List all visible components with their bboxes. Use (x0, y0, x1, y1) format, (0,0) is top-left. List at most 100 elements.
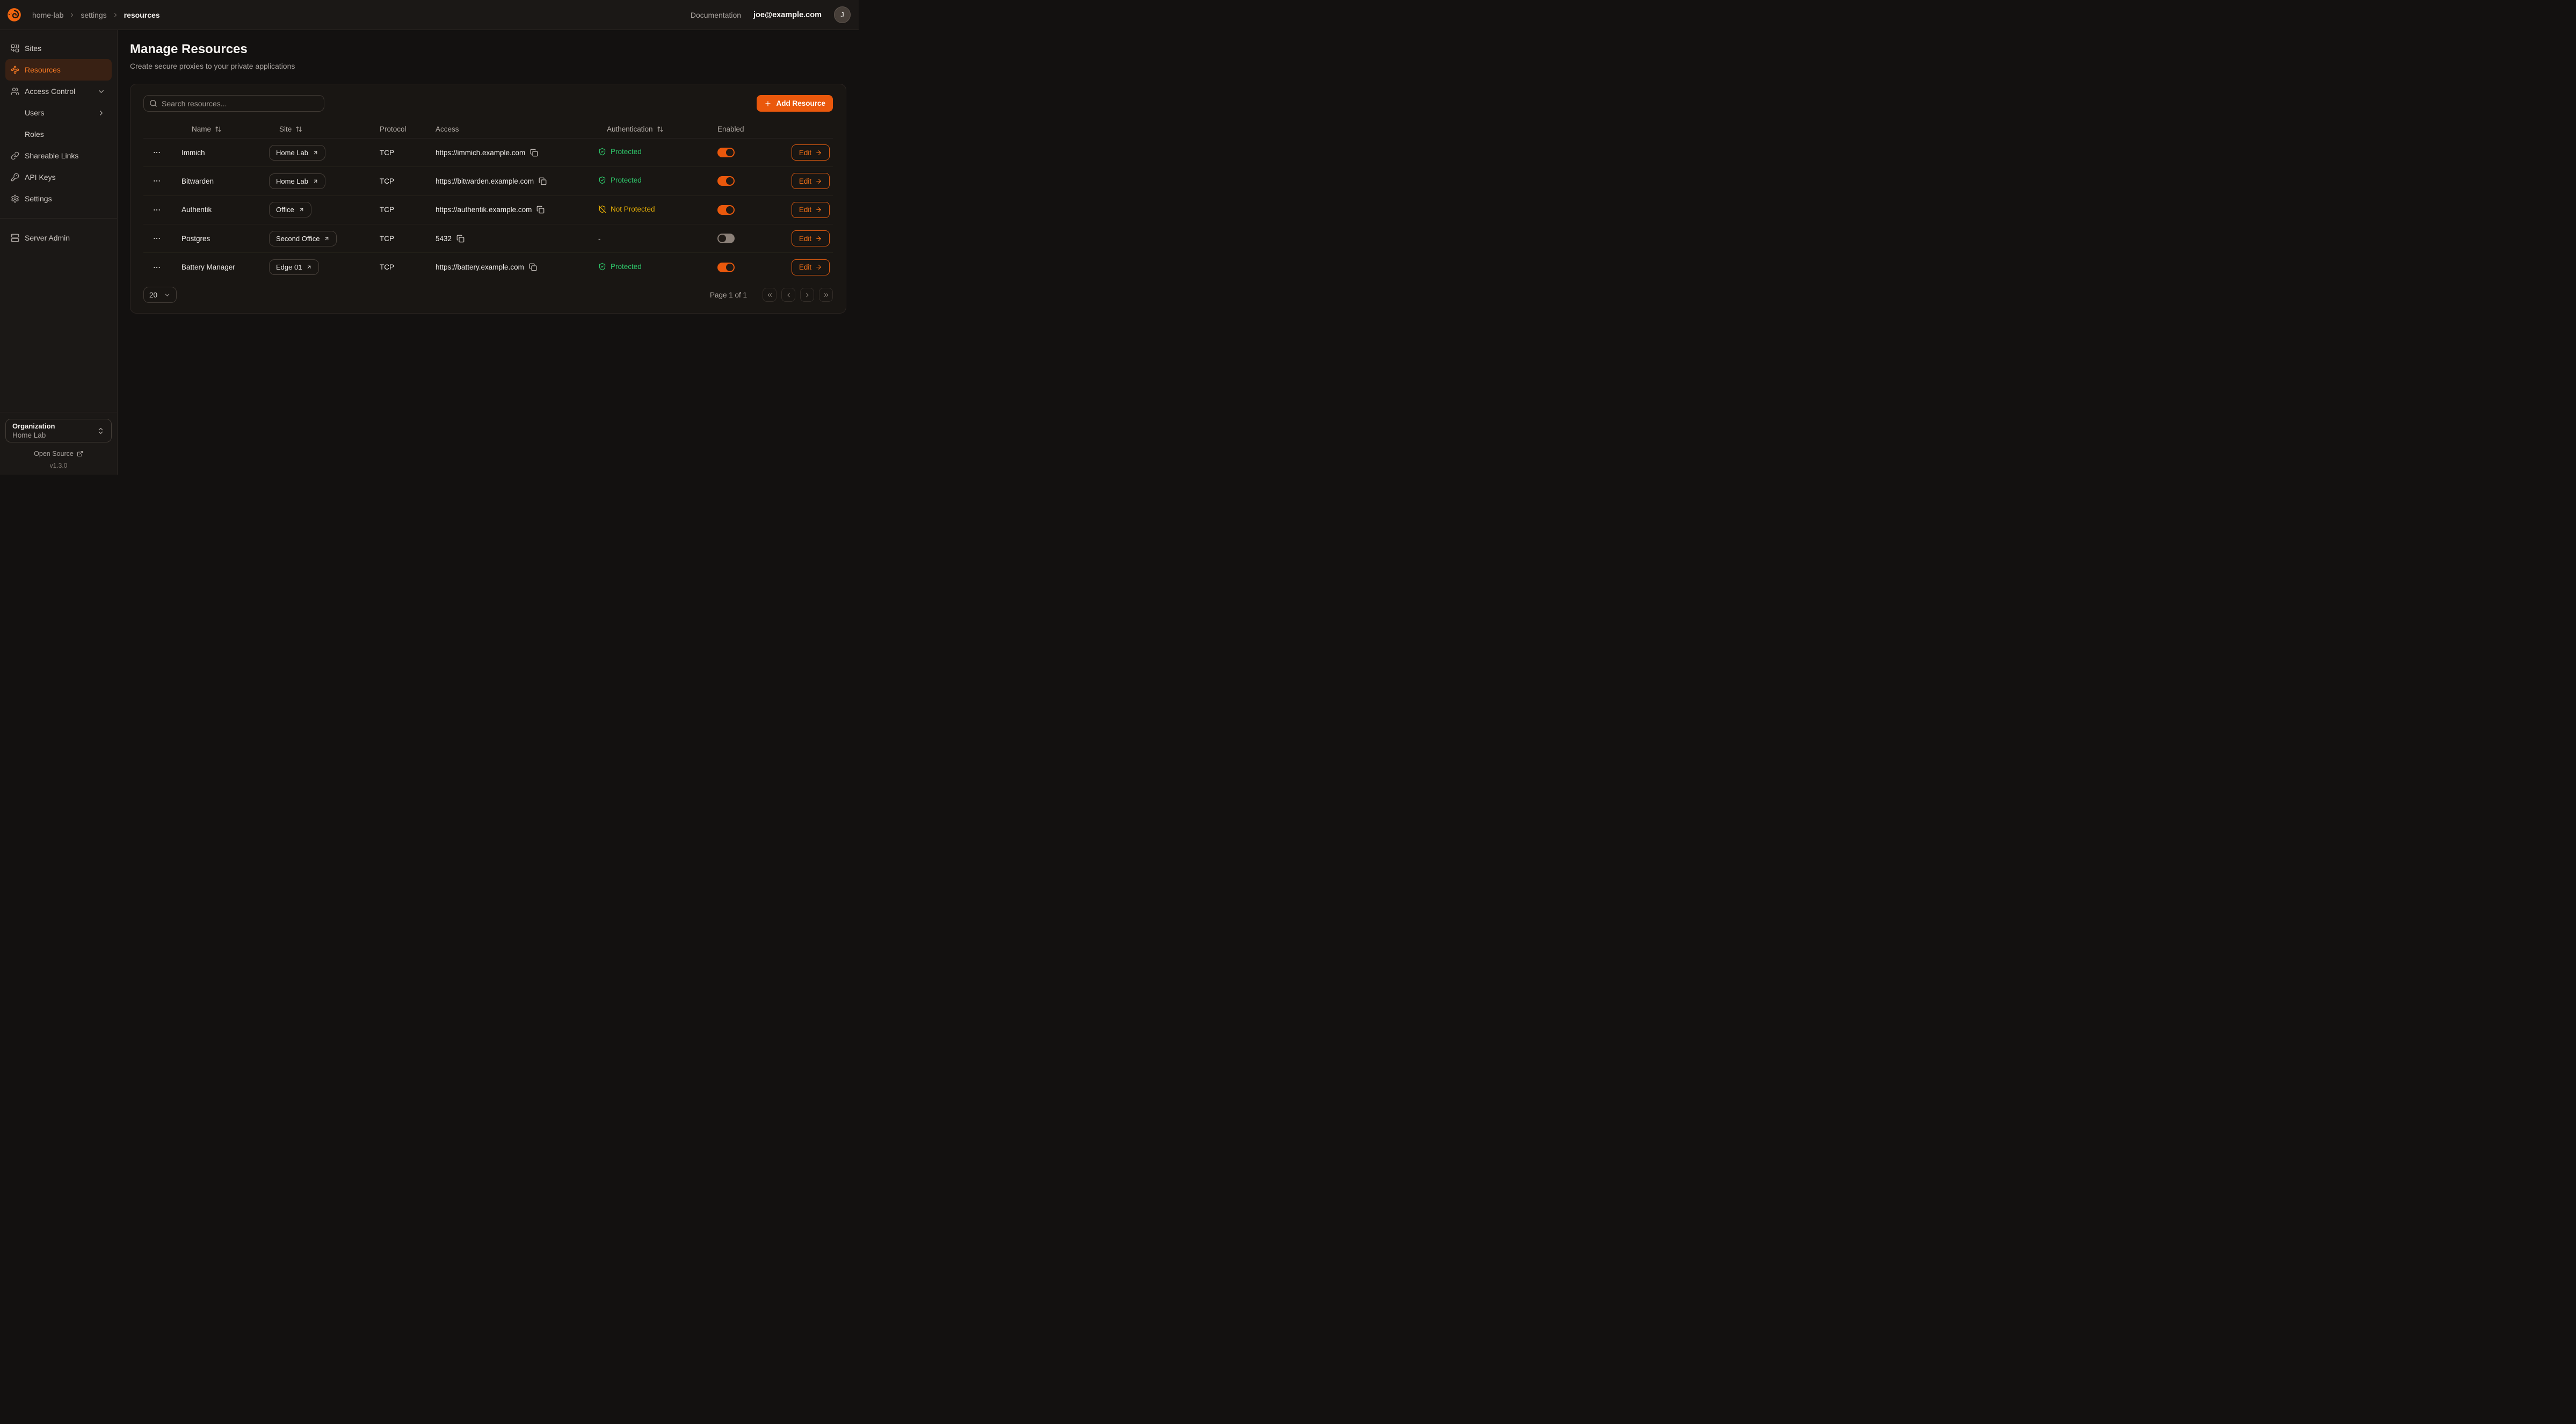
resource-access-url[interactable]: https://battery.example.com (436, 263, 524, 271)
add-resource-label: Add Resource (776, 99, 825, 107)
sidebar-item-settings[interactable]: Settings (5, 188, 112, 209)
link-icon (11, 151, 19, 160)
edit-button[interactable]: Edit (792, 259, 830, 275)
documentation-link[interactable]: Documentation (691, 11, 741, 19)
header-protocol: Protocol (380, 125, 436, 133)
header-authentication-sort[interactable]: Authentication (607, 125, 664, 133)
sidebar-item-resources[interactable]: Resources (5, 59, 112, 81)
row-menu-button[interactable] (151, 175, 163, 187)
site-link-button[interactable]: Home Lab (269, 145, 325, 161)
copy-icon[interactable] (536, 206, 545, 214)
sidebar-item-roles[interactable]: Roles (5, 123, 112, 145)
edit-button[interactable]: Edit (792, 144, 830, 161)
auth-status-protected: Protected (598, 176, 642, 184)
site-link-button[interactable]: Office (269, 202, 311, 217)
chevrons-left-icon (766, 292, 773, 299)
key-icon (11, 173, 19, 181)
first-page-button[interactable] (763, 288, 777, 302)
pangolin-logo-icon[interactable] (6, 7, 22, 23)
arrow-right-icon (815, 206, 822, 213)
breadcrumb-settings[interactable]: settings (81, 11, 106, 19)
add-resource-button[interactable]: Add Resource (757, 95, 833, 112)
copy-icon[interactable] (530, 149, 538, 157)
header-access: Access (436, 125, 598, 133)
resource-name: Postgres (182, 235, 269, 243)
table-header-row: Name Site Protocol Access Authentication… (143, 120, 833, 139)
last-page-button[interactable] (819, 288, 833, 302)
page-info: Page 1 of 1 (710, 291, 747, 299)
resource-access-port[interactable]: 5432 (436, 235, 452, 243)
shield-off-icon (598, 205, 606, 213)
resource-access-url[interactable]: https://authentik.example.com (436, 206, 532, 214)
open-source-link[interactable]: Open Source (5, 450, 112, 457)
ellipsis-icon (153, 177, 161, 185)
ellipsis-icon (153, 206, 161, 214)
edit-button[interactable]: Edit (792, 173, 830, 189)
site-link-button[interactable]: Home Lab (269, 173, 325, 189)
enabled-toggle[interactable] (717, 263, 735, 272)
breadcrumb-org[interactable]: home-lab (32, 11, 63, 19)
arrow-right-icon (815, 178, 822, 185)
edit-button[interactable]: Edit (792, 230, 830, 246)
sidebar: Sites Resources Access Control Users Rol… (0, 30, 118, 475)
row-menu-button[interactable] (151, 147, 163, 158)
avatar[interactable]: J (834, 6, 851, 23)
sidebar-item-api-keys[interactable]: API Keys (5, 166, 112, 188)
resources-card: Add Resource Name Site Protocol Access A… (130, 84, 846, 314)
combine-icon (11, 44, 19, 53)
shield-check-icon (598, 263, 606, 271)
header-site-sort[interactable]: Site (279, 125, 302, 133)
sidebar-item-label: Access Control (25, 87, 75, 96)
shield-check-icon (598, 148, 606, 156)
sidebar-item-label: Sites (25, 44, 41, 53)
resource-protocol: TCP (380, 206, 436, 214)
row-menu-button[interactable] (151, 261, 163, 273)
arrow-right-icon (815, 149, 822, 156)
copy-icon[interactable] (539, 177, 547, 185)
site-link-button[interactable]: Second Office (269, 231, 337, 246)
page-size-value: 20 (149, 291, 157, 299)
pagination: Page 1 of 1 (710, 288, 833, 302)
sidebar-item-label: Server Admin (25, 234, 70, 242)
site-link-button[interactable]: Edge 01 (269, 259, 319, 275)
next-page-button[interactable] (800, 288, 814, 302)
chevron-right-icon (804, 292, 811, 299)
enabled-toggle[interactable] (717, 148, 735, 157)
sidebar-divider (0, 218, 117, 219)
auth-status-protected: Protected (598, 263, 642, 271)
sort-icon (215, 126, 222, 133)
copy-icon[interactable] (529, 263, 537, 271)
enabled-toggle[interactable] (717, 205, 735, 215)
copy-icon[interactable] (456, 235, 465, 243)
sidebar-item-users[interactable]: Users (5, 102, 112, 123)
sidebar-item-sites[interactable]: Sites (5, 38, 112, 59)
gear-icon (11, 194, 19, 203)
row-menu-button[interactable] (151, 233, 163, 244)
sidebar-item-server-admin[interactable]: Server Admin (5, 227, 112, 249)
search-input[interactable] (162, 99, 318, 108)
arrow-up-right-icon (313, 178, 318, 184)
row-menu-button[interactable] (151, 204, 163, 216)
page-subtitle: Create secure proxies to your private ap… (130, 62, 847, 71)
previous-page-button[interactable] (781, 288, 795, 302)
edit-button[interactable]: Edit (792, 202, 830, 218)
resource-name: Authentik (182, 206, 269, 214)
enabled-toggle[interactable] (717, 176, 735, 186)
arrow-up-right-icon (313, 150, 318, 156)
sort-icon (657, 126, 664, 133)
page-size-select[interactable]: 20 (143, 287, 177, 303)
enabled-toggle[interactable] (717, 234, 735, 243)
chevron-right-icon (112, 12, 119, 18)
organization-selector[interactable]: Organization Home Lab (5, 419, 112, 442)
resource-access-url[interactable]: https://bitwarden.example.com (436, 177, 534, 185)
table-row: Bitwarden Home Lab TCP https://bitwarden… (143, 167, 833, 195)
resource-access-url[interactable]: https://immich.example.com (436, 149, 525, 157)
ellipsis-icon (153, 263, 161, 272)
resource-protocol: TCP (380, 177, 436, 185)
arrow-up-right-icon (324, 236, 330, 242)
sidebar-item-shareable-links[interactable]: Shareable Links (5, 145, 112, 166)
sidebar-item-access-control[interactable]: Access Control (5, 81, 112, 102)
open-source-label: Open Source (34, 450, 74, 457)
user-email[interactable]: joe@example.com (753, 11, 822, 19)
header-name-sort[interactable]: Name (192, 125, 222, 133)
